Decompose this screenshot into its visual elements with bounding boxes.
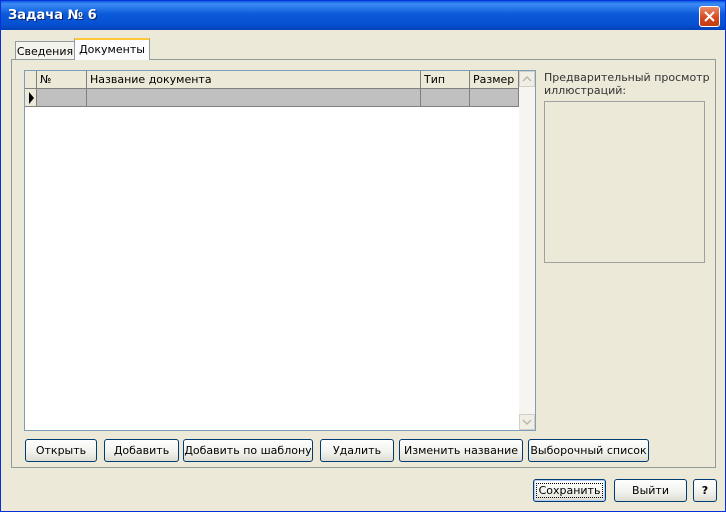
preview-label: Предварительный просмотр иллюстраций: [544, 71, 710, 97]
close-icon [704, 11, 715, 22]
delete-button[interactable]: Удалить [320, 439, 394, 462]
chevron-down-icon [522, 419, 532, 426]
help-button[interactable]: ? [693, 479, 717, 502]
grid-header: № Название документа Тип Размер [25, 71, 519, 89]
scroll-up-button[interactable] [519, 71, 535, 87]
cell-number[interactable] [37, 89, 87, 107]
exit-button[interactable]: Выйти [614, 479, 687, 502]
tab-info[interactable]: Сведения [15, 41, 75, 59]
cell-name[interactable] [87, 89, 421, 107]
row-indicator [25, 89, 37, 107]
grid-corner [25, 71, 37, 89]
open-button[interactable]: Открыть [25, 439, 97, 462]
select-list-button[interactable]: Выборочный список [528, 439, 649, 462]
add-button[interactable]: Добавить [104, 439, 179, 462]
preview-image-box [544, 101, 705, 263]
column-header-type[interactable]: Тип [421, 71, 470, 89]
documents-grid[interactable]: № Название документа Тип Размер [24, 70, 536, 431]
title-bar[interactable]: Задача № 6 [1, 1, 725, 30]
current-row-arrow-icon [29, 92, 34, 104]
scroll-down-button[interactable] [519, 414, 535, 430]
cell-type[interactable] [421, 89, 470, 107]
vertical-scrollbar[interactable] [519, 71, 535, 430]
chevron-up-icon [522, 75, 532, 82]
rename-button[interactable]: Изменить название [399, 439, 523, 462]
column-header-name[interactable]: Название документа [87, 71, 421, 89]
column-header-number[interactable]: № [37, 71, 87, 89]
save-button-label: Сохранить [535, 483, 604, 498]
cell-size[interactable] [470, 89, 519, 107]
close-button[interactable] [699, 6, 720, 27]
table-row[interactable] [25, 89, 519, 107]
save-button[interactable]: Сохранить [533, 479, 606, 502]
window-title: Задача № 6 [8, 8, 97, 23]
tab-documents[interactable]: Документы [74, 38, 150, 60]
dialog-window: Задача № 6 Сведения Документы № Название… [0, 0, 726, 512]
add-from-template-button[interactable]: Добавить по шаблону [183, 439, 313, 462]
column-header-size[interactable]: Размер [470, 71, 519, 89]
